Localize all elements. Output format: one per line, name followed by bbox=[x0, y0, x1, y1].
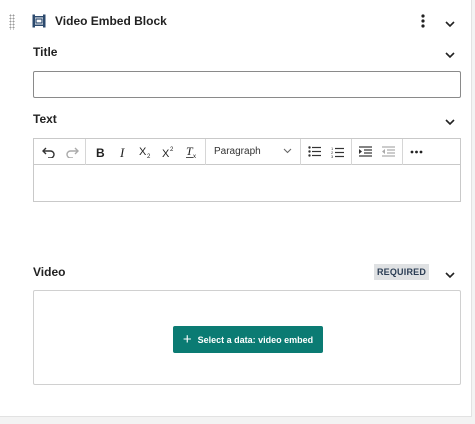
video-field-chevron-icon[interactable] bbox=[444, 267, 456, 285]
svg-text:X: X bbox=[139, 146, 147, 158]
toolbar-divider bbox=[300, 138, 301, 165]
numbered-list-icon[interactable]: 123 bbox=[326, 139, 349, 165]
svg-text:3: 3 bbox=[331, 154, 334, 158]
svg-text:I: I bbox=[119, 146, 125, 158]
svg-text:B: B bbox=[96, 146, 105, 158]
svg-text:2: 2 bbox=[170, 147, 174, 153]
text-field-label: Text bbox=[33, 112, 57, 126]
video-embed-dropzone: + Select a data: video embed bbox=[33, 290, 461, 385]
block-title: Video Embed Block bbox=[55, 14, 167, 28]
editor-content-area[interactable] bbox=[34, 165, 460, 201]
required-badge: REQUIRED bbox=[374, 264, 429, 280]
toolbar-divider bbox=[402, 138, 403, 165]
bold-icon[interactable]: B bbox=[88, 139, 111, 165]
indent-icon[interactable] bbox=[354, 139, 377, 165]
drag-handle-icon[interactable] bbox=[9, 14, 15, 30]
more-icon[interactable] bbox=[405, 139, 428, 165]
outdent-icon[interactable] bbox=[377, 139, 400, 165]
undo-icon[interactable] bbox=[37, 139, 60, 165]
video-embed-block: Video Embed Block Title Text B I X 2 X 2… bbox=[0, 0, 472, 417]
editor-toolbar: B I X2 X2 Tx Paragraph 1 2 3 bbox=[34, 138, 460, 165]
paragraph-format-select[interactable]: Paragraph bbox=[208, 139, 298, 165]
bulleted-list-icon[interactable] bbox=[303, 139, 326, 165]
redo-icon[interactable] bbox=[60, 139, 83, 165]
svg-text:x: x bbox=[193, 154, 196, 158]
chevron-down-icon bbox=[283, 146, 292, 157]
italic-icon[interactable]: I bbox=[111, 139, 134, 165]
plus-icon: + bbox=[182, 330, 192, 348]
toolbar-divider bbox=[85, 138, 86, 165]
text-field-chevron-icon[interactable] bbox=[444, 114, 456, 132]
video-embed-icon bbox=[32, 14, 46, 33]
subscript-icon[interactable]: X2 bbox=[134, 139, 157, 165]
paragraph-format-value: Paragraph bbox=[214, 146, 261, 157]
toolbar-divider bbox=[351, 138, 352, 165]
select-video-embed-button[interactable]: + Select a data: video embed bbox=[173, 326, 323, 353]
toolbar-divider bbox=[205, 138, 206, 165]
svg-text:2: 2 bbox=[147, 154, 151, 158]
superscript-icon[interactable]: X2 bbox=[157, 139, 180, 165]
rich-text-editor: B I X2 X2 Tx Paragraph 1 2 3 bbox=[33, 138, 461, 202]
title-field-label: Title bbox=[33, 45, 58, 59]
video-field-label: Video bbox=[33, 265, 66, 279]
select-video-embed-label: Select a data: video embed bbox=[197, 334, 314, 345]
collapse-block-chevron-icon[interactable] bbox=[444, 16, 456, 34]
title-field-chevron-icon[interactable] bbox=[444, 47, 456, 65]
kebab-menu-icon[interactable] bbox=[417, 12, 429, 30]
svg-text:X: X bbox=[162, 148, 170, 158]
title-input[interactable] bbox=[33, 71, 461, 98]
remove-format-icon[interactable]: Tx bbox=[180, 139, 203, 165]
